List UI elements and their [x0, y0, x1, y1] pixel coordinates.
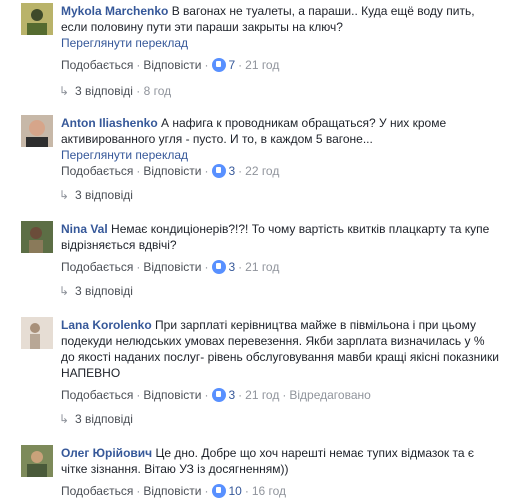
comment-author[interactable]: Mykola Marchenko	[61, 4, 168, 18]
like-button[interactable]: Подобається	[61, 260, 133, 274]
comment: Anton Iliashenko А нафига к проводникам …	[21, 115, 501, 203]
replies-row: ↳ 3 відповіді	[59, 187, 501, 203]
comment: Олег Юрійович Це дно. Добре що хоч нареш…	[21, 445, 501, 499]
view-replies-link[interactable]: 3 відповіді	[75, 284, 133, 298]
view-replies-link[interactable]: 3 відповіді	[75, 84, 133, 98]
replies-row: ↳ 3 відповіді	[59, 283, 501, 299]
like-thumb-icon	[212, 484, 227, 498]
comment-time[interactable]: 21 год	[245, 58, 279, 72]
replies-row: ↳ 3 відповіді · 8 год	[59, 84, 172, 98]
like-thumb-icon	[212, 388, 227, 402]
comment-author[interactable]: Lana Korolenko	[61, 318, 152, 332]
avatar[interactable]	[21, 221, 53, 253]
comment-actions: Подобається · Відповісти · 3 · 21 год · Відредаг…	[61, 388, 371, 402]
avatar[interactable]	[21, 3, 53, 35]
like-count[interactable]: 10	[228, 484, 241, 498]
like-button[interactable]: Подобається	[61, 58, 133, 72]
see-translation-link[interactable]: Переглянути переклад	[61, 35, 501, 51]
comment-author[interactable]: Олег Юрійович	[61, 446, 152, 460]
comment-time[interactable]: 16 год	[252, 484, 286, 498]
replies-row: ↳ 3 відповіді	[59, 411, 501, 427]
reply-button[interactable]: Відповісти	[143, 484, 201, 498]
reply-button[interactable]: Відповісти	[143, 388, 201, 402]
reply-arrow-icon: ↳	[59, 188, 70, 202]
comment-author[interactable]: Nina Val	[61, 222, 108, 236]
reply-arrow-icon: ↳	[59, 84, 70, 98]
comment-text: Немає кондиціонерів?!?! То чому вартість…	[61, 222, 490, 252]
comment-actions: Подобається · Відповісти · 3 · 21 год	[61, 260, 280, 274]
comment: Nina Val Немає кондиціонерів?!?! То чому…	[21, 221, 501, 299]
like-button[interactable]: Подобається	[61, 388, 133, 402]
comment: Mykola Marchenko В вагонах не туалеты, а…	[21, 3, 501, 99]
comment-actions: Подобається · Відповісти · 3 · 22 год	[61, 164, 280, 178]
comment: Lana Korolenko При зарплаті керівництва …	[21, 317, 501, 427]
reply-arrow-icon: ↳	[59, 412, 70, 426]
like-thumb-icon	[212, 260, 227, 274]
reply-button[interactable]: Відповісти	[143, 58, 201, 72]
reply-button[interactable]: Відповісти	[143, 260, 201, 274]
comment-actions: Подобається · Відповісти · 10 · 16 год	[61, 484, 287, 498]
see-translation-link[interactable]: Переглянути переклад	[61, 147, 501, 163]
view-replies-link[interactable]: 3 відповіді	[75, 412, 133, 426]
replies-time: 8 год	[143, 84, 172, 98]
reply-button[interactable]: Відповісти	[143, 164, 201, 178]
like-thumb-icon	[212, 164, 227, 178]
like-button[interactable]: Подобається	[61, 164, 133, 178]
like-button[interactable]: Подобається	[61, 484, 133, 498]
like-thumb-icon	[212, 58, 227, 72]
reply-arrow-icon: ↳	[59, 284, 70, 298]
comment-author[interactable]: Anton Iliashenko	[61, 116, 158, 130]
comment-time[interactable]: 21 год	[245, 260, 279, 274]
avatar[interactable]	[21, 115, 53, 147]
comment-time[interactable]: 21 год	[245, 388, 279, 402]
comment-actions: Подобається · Відповісти · 7 · 21 год	[61, 58, 280, 72]
avatar[interactable]	[21, 445, 53, 477]
comment-time[interactable]: 22 год	[245, 164, 279, 178]
edited-label[interactable]: Відредаговано	[289, 388, 370, 402]
avatar[interactable]	[21, 317, 53, 349]
view-replies-link[interactable]: 3 відповіді	[75, 188, 133, 202]
